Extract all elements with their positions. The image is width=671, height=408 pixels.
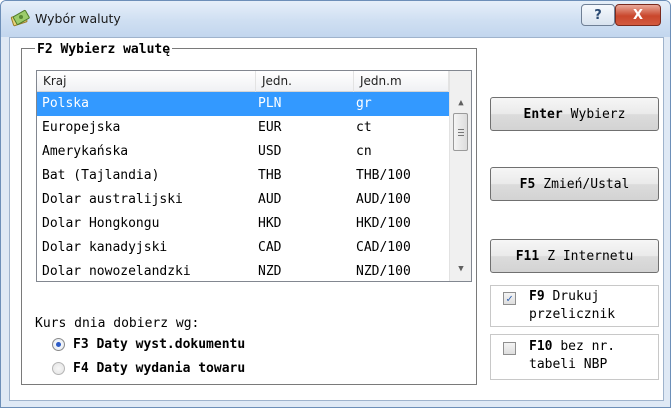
- currency-list[interactable]: Kraj Jedn. Jedn.m Polska PLN gr Europejska E…: [36, 70, 472, 282]
- f9-line1: F9 Drukuj: [529, 288, 599, 305]
- button-label: Z Internetu: [547, 248, 634, 264]
- cell-jedn-m: AUD/100: [356, 192, 411, 207]
- cell-jedn-m: gr: [356, 96, 372, 111]
- button-key: F11: [515, 248, 540, 264]
- scroll-down-icon[interactable]: ▼: [450, 259, 471, 279]
- cell-jedn: AUD: [258, 192, 282, 207]
- cell-kraj: Polska: [42, 96, 89, 111]
- button-label: Zmień/Ustal: [543, 176, 630, 192]
- cell-jedn-m: cn: [356, 144, 372, 159]
- table-row[interactable]: Dolar kanadyjski CAD CAD/100: [37, 236, 449, 260]
- radio-f4-daty-wydania[interactable]: F4 Daty wydania towaru: [52, 358, 245, 378]
- vertical-scrollbar[interactable]: ▲ ▼: [449, 71, 471, 281]
- cell-kraj: Dolar australijski: [42, 192, 183, 207]
- f10-bez-nr-group: F10 bez nr. tabeli NBP: [490, 334, 659, 380]
- currency-dialog: Wybór waluty ? X F2 Wybierz walutę Kraj …: [0, 0, 671, 408]
- checkbox-key: F10: [529, 339, 553, 354]
- cell-jedn: HKD: [258, 216, 282, 231]
- column-header-jedn[interactable]: Jedn.: [256, 71, 354, 92]
- table-row[interactable]: Europejska EUR ct: [37, 116, 449, 140]
- f11-z-internetu-button[interactable]: F11 Z Internetu: [490, 239, 659, 273]
- currency-app-icon: [10, 9, 30, 27]
- button-label: Wybierz: [570, 106, 626, 122]
- list-header: Kraj Jedn. Jedn.m: [37, 71, 449, 92]
- grip-line: [458, 132, 464, 133]
- cell-jedn: EUR: [258, 120, 282, 135]
- cell-kraj: Dolar kanadyjski: [42, 240, 168, 255]
- cell-jedn-m: HKD/100: [356, 216, 411, 231]
- radio-key: F4: [73, 360, 89, 376]
- radio-f3-daty-wyst[interactable]: F3 Daty wyst.dokumentu: [52, 334, 245, 354]
- cell-kraj: Dolar Hongkongu: [42, 216, 160, 231]
- cell-jedn-m: NZD/100: [356, 264, 411, 279]
- group-title: F2 Wybierz walutę: [35, 42, 173, 57]
- checkbox-label: Drukuj: [552, 289, 600, 304]
- cell-jedn-m: THB/100: [356, 168, 411, 183]
- table-row[interactable]: Dolar Hongkongu HKD HKD/100: [37, 212, 449, 236]
- column-header-kraj[interactable]: Kraj: [37, 71, 256, 92]
- f5-zmien-ustal-button[interactable]: F5 Zmień/Ustal: [490, 167, 659, 201]
- window-title: Wybór waluty: [35, 11, 121, 26]
- cell-jedn-m: ct: [356, 120, 372, 135]
- cell-kraj: Dolar nowozelandzki: [42, 264, 191, 279]
- cell-jedn: CAD: [258, 240, 282, 255]
- checkbox-f10[interactable]: [503, 342, 516, 355]
- help-button[interactable]: ?: [581, 4, 615, 26]
- table-row[interactable]: Polska PLN gr: [37, 92, 449, 116]
- close-button[interactable]: X: [615, 4, 661, 26]
- cell-kraj: Amerykańska: [42, 144, 129, 159]
- cell-jedn: NZD: [258, 264, 282, 279]
- enter-wybierz-button[interactable]: Enter Wybierz: [490, 97, 659, 131]
- f9-drukuj-group: ✓ F9 Drukuj przelicznik: [490, 285, 659, 327]
- button-key: Enter: [523, 106, 563, 122]
- column-header-jedn-m[interactable]: Jedn.m: [354, 71, 449, 92]
- scroll-thumb[interactable]: [453, 113, 468, 151]
- check-icon: ✓: [506, 292, 513, 305]
- checkbox-f9[interactable]: ✓: [503, 292, 516, 305]
- table-row[interactable]: Dolar australijski AUD AUD/100: [37, 188, 449, 212]
- cell-jedn: USD: [258, 144, 282, 159]
- radio-label: Daty wydania towaru: [96, 360, 246, 376]
- radio-label: Daty wyst.dokumentu: [96, 336, 246, 352]
- table-row[interactable]: Amerykańska USD cn: [37, 140, 449, 164]
- kurs-label: Kurs dnia dobierz wg:: [35, 316, 200, 331]
- title-bar[interactable]: Wybór waluty ? X: [1, 1, 670, 37]
- help-icon: ?: [594, 7, 602, 23]
- f9-line2: przelicznik: [529, 307, 616, 322]
- scroll-up-icon[interactable]: ▲: [450, 93, 471, 113]
- close-icon: X: [632, 7, 644, 23]
- grip-line: [458, 135, 464, 136]
- cell-kraj: Bat (Tajlandia): [42, 168, 160, 183]
- grip-line: [458, 129, 464, 130]
- f10-line2: tabeli NBP: [529, 357, 608, 372]
- checkbox-key: F9: [529, 289, 545, 304]
- cell-kraj: Europejska: [42, 120, 121, 135]
- button-key: F5: [519, 176, 536, 192]
- table-row[interactable]: Bat (Tajlandia) THB THB/100: [37, 164, 449, 188]
- checkbox-label: bez nr.: [560, 339, 616, 354]
- cell-jedn-m: CAD/100: [356, 240, 411, 255]
- cell-jedn: PLN: [258, 96, 282, 111]
- f10-line1: F10 bez nr.: [529, 338, 615, 355]
- radio-key: F3: [73, 336, 89, 352]
- table-row[interactable]: Dolar nowozelandzki NZD NZD/100: [37, 260, 449, 281]
- radio-selected-icon[interactable]: [52, 337, 65, 351]
- radio-unselected-icon[interactable]: [52, 361, 65, 375]
- cell-jedn: THB: [258, 168, 282, 183]
